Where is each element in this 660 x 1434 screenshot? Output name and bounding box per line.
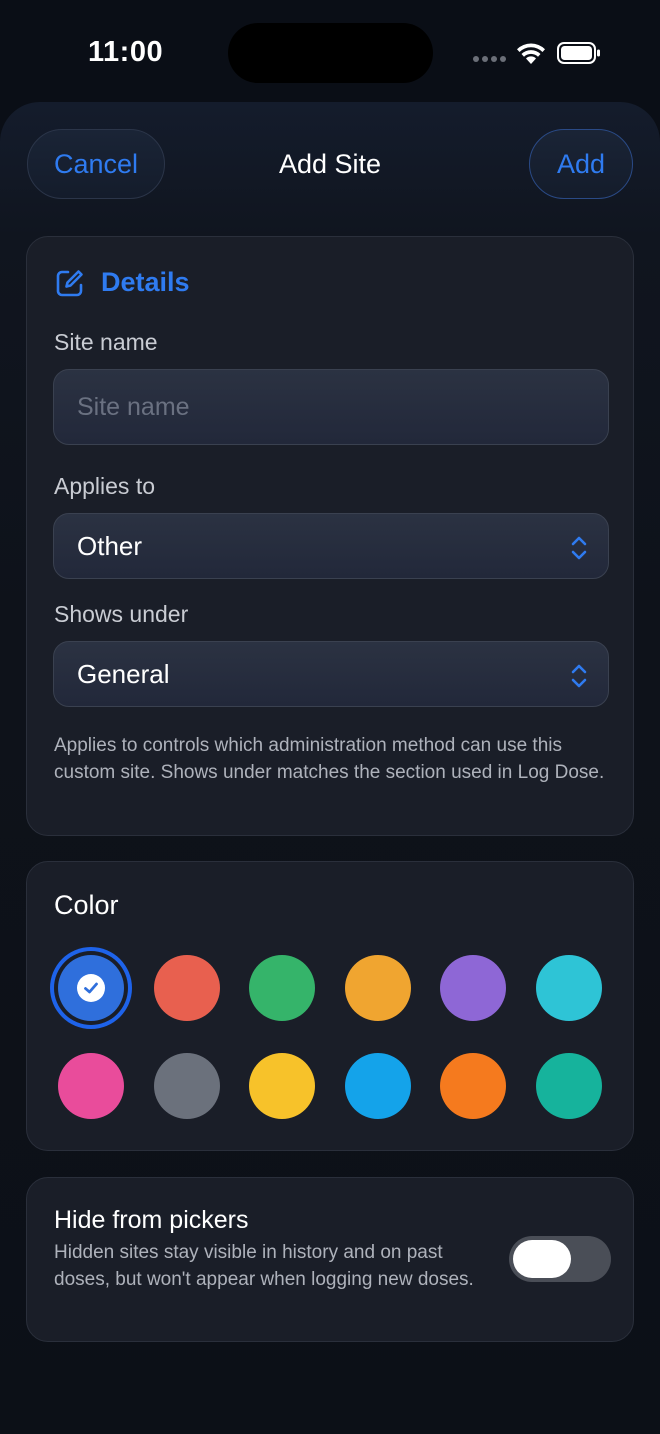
hide-description: Hidden sites stay visible in history and… [54,1242,474,1290]
shows-under-label: Shows under [54,601,189,627]
dynamic-island [228,23,433,83]
site-name-input[interactable]: Site name [53,369,609,445]
hide-toggle[interactable] [509,1236,611,1282]
edit-icon [56,269,83,296]
details-title: Details [101,267,190,297]
nav-bar: Cancel Add Site Add [0,102,660,232]
applies-to-label: Applies to [54,473,156,499]
checkmark-icon [77,974,105,1002]
color-swatch[interactable] [153,955,220,1021]
site-name-placeholder: Site name [77,392,190,421]
color-swatch[interactable] [440,955,507,1021]
details-help-text: Applies to controls which administration… [54,735,605,783]
wifi-icon [517,43,545,64]
add-site-sheet: Cancel Add Site Add Details Site name Si… [0,102,660,1434]
color-swatch[interactable] [535,955,602,1021]
status-time: 11:00 [88,36,164,68]
battery-icon [557,42,600,64]
color-swatch[interactable] [58,955,124,1021]
screen: 11:00 Cancel Add Site Add Details Site n… [0,0,660,1434]
color-swatch[interactable] [535,1053,602,1119]
shows-under-value: General [77,658,170,689]
site-name-label: Site name [54,329,158,355]
details-header: Details [55,267,190,298]
color-swatch[interactable] [440,1053,507,1119]
applies-to-value: Other [77,530,143,561]
color-swatch[interactable] [344,1053,411,1119]
toggle-knob [513,1240,571,1278]
hide-card: Hide from pickers Hidden sites stay visi… [26,1177,634,1342]
hide-title: Hide from pickers [54,1206,249,1234]
status-bar: 11:00 [0,0,660,100]
add-button[interactable]: Add [529,129,633,199]
color-swatch[interactable] [153,1053,220,1119]
color-card: Color [26,861,634,1151]
color-swatch[interactable] [249,955,316,1021]
color-swatch[interactable] [58,1053,124,1119]
color-swatch-grid [58,955,608,1119]
shows-under-select[interactable]: General [53,641,609,707]
color-title: Color [54,890,119,920]
chevron-up-down-icon [571,536,587,560]
details-card: Details Site name Site name Applies to O… [26,236,634,836]
applies-to-select[interactable]: Other [53,513,609,579]
cellular-signal-icon [473,56,507,64]
color-swatch[interactable] [249,1053,316,1119]
chevron-up-down-icon [571,664,587,688]
color-swatch[interactable] [344,955,411,1021]
